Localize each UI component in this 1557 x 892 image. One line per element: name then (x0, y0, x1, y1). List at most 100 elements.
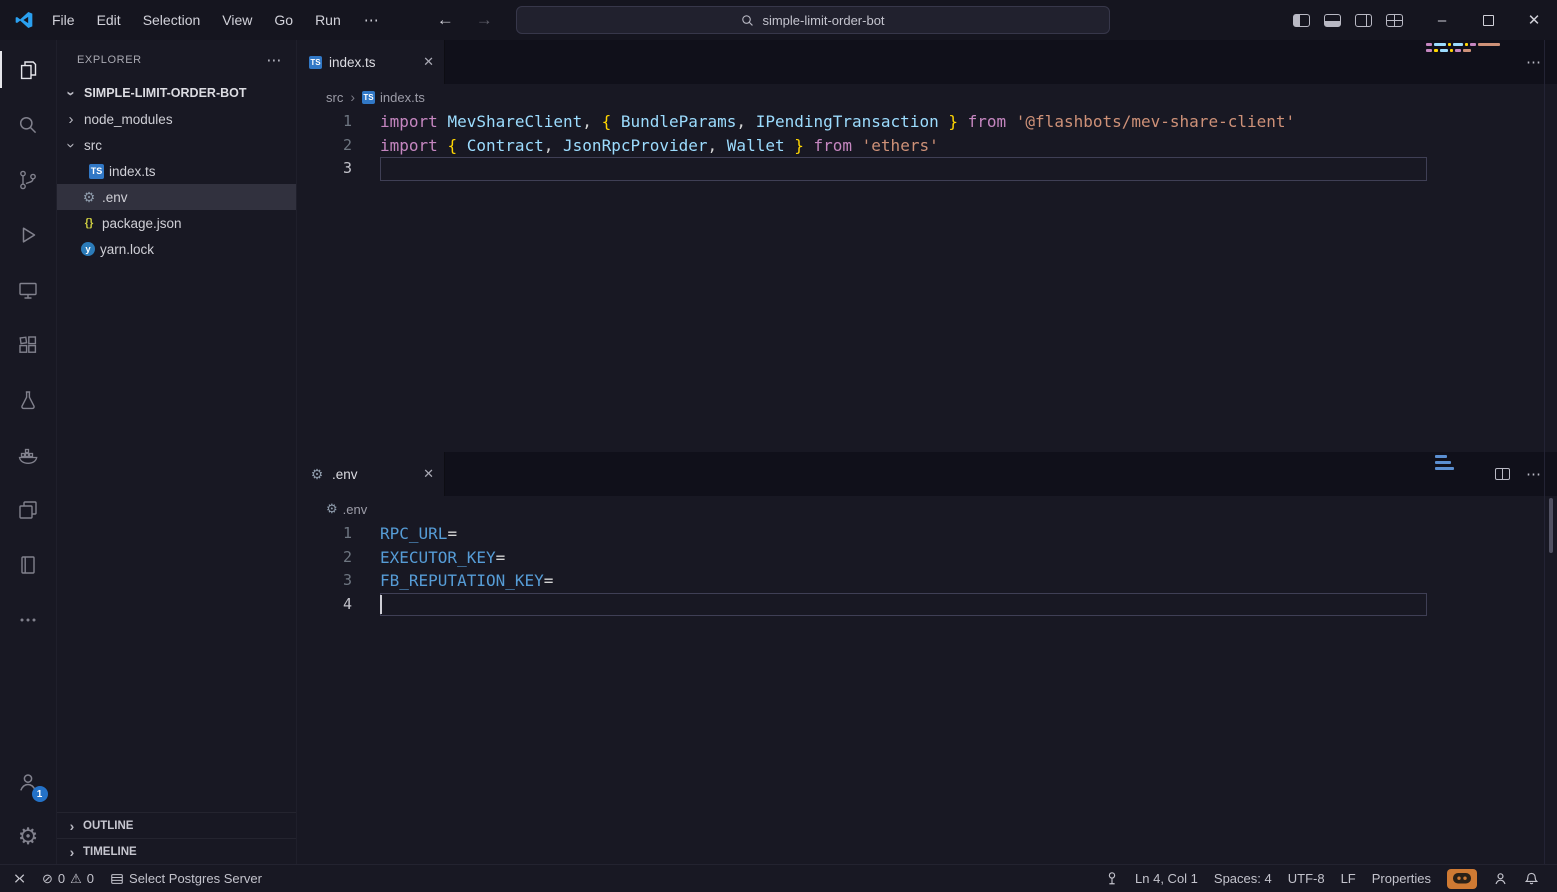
chevron-right-icon: › (65, 818, 79, 834)
code-line[interactable]: 2import { Contract, JsonRpcProvider, Wal… (297, 134, 1557, 158)
tree-item-env[interactable]: ⚙ .env (57, 184, 296, 210)
menu-overflow-icon[interactable]: ⋯ (352, 0, 391, 40)
search-view-icon[interactable] (0, 97, 57, 152)
text-cursor (380, 595, 382, 614)
breadcrumb-file[interactable]: ⚙ .env (326, 501, 367, 517)
containers-icon[interactable] (0, 482, 57, 537)
accounts-icon[interactable]: 1 (0, 754, 57, 809)
breadcrumb-file[interactable]: TS index.ts (362, 90, 425, 105)
tab-index-ts[interactable]: TS index.ts ✕ (297, 40, 445, 84)
menu-view[interactable]: View (211, 0, 263, 40)
extensions-icon[interactable] (0, 317, 57, 372)
line-number: 3 (297, 569, 352, 593)
tree-item-yarn-lock[interactable]: y yarn.lock (57, 236, 296, 262)
scrollbar-thumb[interactable] (1549, 498, 1553, 553)
menu-go[interactable]: Go (263, 0, 304, 40)
tree-item-node-modules[interactable]: › node_modules (57, 106, 296, 132)
explorer-sidebar: EXPLORER ⋯ › SIMPLE-LIMIT-ORDER-BOT › no… (57, 40, 297, 864)
code-line[interactable]: 3 (297, 157, 1557, 181)
tree-item-index-ts[interactable]: TS index.ts (57, 158, 296, 184)
tree-item-label: node_modules (84, 112, 173, 127)
testing-icon[interactable] (0, 372, 57, 427)
encoding-status[interactable]: UTF-8 (1280, 865, 1333, 892)
editor-more-actions-icon[interactable]: ⋯ (1526, 465, 1541, 483)
sidebar-bottom-sections: › OUTLINE › TIMELINE (57, 812, 296, 864)
tab-label: index.ts (329, 55, 376, 70)
line-col-status[interactable]: Ln 4, Col 1 (1127, 865, 1206, 892)
notebook-icon[interactable] (0, 537, 57, 592)
editor-actions-top: ⋯ (1526, 40, 1557, 84)
remote-indicator[interactable] (0, 865, 34, 892)
feedback-status[interactable] (1485, 865, 1516, 892)
split-editor-icon[interactable] (1495, 468, 1510, 480)
postgres-server-status[interactable]: Select Postgres Server (102, 865, 270, 892)
notifications-status[interactable] (1516, 865, 1547, 892)
toggle-sidebar-icon[interactable] (1293, 14, 1310, 27)
run-debug-icon[interactable] (0, 207, 57, 262)
copilot-status[interactable] (1439, 865, 1485, 892)
language-status[interactable]: Properties (1364, 865, 1439, 892)
code-editor-env[interactable]: 1RPC_URL=2EXECUTOR_KEY=3FB_REPUTATION_KE… (297, 522, 1557, 864)
menu-edit[interactable]: Edit (86, 0, 132, 40)
editor-more-actions-icon[interactable]: ⋯ (1526, 53, 1541, 71)
tree-item-label: src (84, 138, 102, 153)
command-center-search[interactable]: simple-limit-order-bot (516, 6, 1110, 34)
code-token: , (736, 112, 755, 131)
code-line-content: import MevShareClient, { BundleParams, I… (380, 110, 1427, 134)
scrollbar-rail[interactable] (1544, 452, 1545, 864)
indent-status[interactable]: Spaces: 4 (1206, 865, 1280, 892)
code-line[interactable]: 3FB_REPUTATION_KEY= (297, 569, 1557, 593)
code-line[interactable]: 2EXECUTOR_KEY= (297, 546, 1557, 570)
warning-icon: ⚠ (70, 871, 82, 887)
additional-views-icon[interactable] (0, 592, 57, 647)
bell-icon (1524, 871, 1539, 886)
maximize-button[interactable] (1465, 0, 1511, 40)
minimap[interactable] (1435, 455, 1457, 473)
problems-status[interactable]: ⊘ 0 ⚠ 0 (34, 865, 102, 892)
server-icon (110, 872, 124, 886)
minimap[interactable] (1426, 43, 1510, 55)
titlebar: File Edit Selection View Go Run ⋯ ← → si… (0, 0, 1557, 40)
breadcrumb-folder[interactable]: src (326, 90, 343, 105)
copilot-icon (1447, 869, 1477, 889)
menu-run[interactable]: Run (304, 0, 352, 40)
minimize-button[interactable]: – (1419, 0, 1465, 40)
eol-status[interactable]: LF (1333, 865, 1364, 892)
tab-env[interactable]: ⚙ .env ✕ (297, 452, 445, 496)
remote-explorer-icon[interactable] (0, 262, 57, 317)
tree-item-root[interactable]: › SIMPLE-LIMIT-ORDER-BOT (57, 80, 296, 106)
back-icon[interactable]: ← (437, 10, 454, 30)
typescript-file-icon: TS (309, 56, 322, 69)
search-value: simple-limit-order-bot (762, 13, 884, 28)
menu-file[interactable]: File (41, 0, 86, 40)
code-line[interactable]: 1RPC_URL= (297, 522, 1557, 546)
error-icon: ⊘ (42, 871, 53, 887)
customize-layout-icon[interactable] (1386, 14, 1403, 27)
line-number: 1 (297, 110, 352, 134)
tree-item-package-json[interactable]: {} package.json (57, 210, 296, 236)
minimap-mark (1426, 43, 1510, 46)
docker-icon[interactable] (0, 427, 57, 482)
typescript-file-icon: TS (89, 164, 104, 179)
tree-item-src[interactable]: › src (57, 132, 296, 158)
scrollbar-rail[interactable] (1544, 40, 1545, 452)
outline-section[interactable]: › OUTLINE (57, 812, 296, 838)
close-button[interactable]: ✕ (1511, 0, 1557, 40)
tab-close-icon[interactable]: ✕ (423, 466, 434, 482)
explorer-icon[interactable] (0, 42, 57, 97)
timeline-section[interactable]: › TIMELINE (57, 838, 296, 864)
code-line[interactable]: 1 import MevShareClient, { BundleParams, … (297, 110, 1557, 134)
toggle-panel-icon[interactable] (1324, 14, 1341, 27)
menu-selection[interactable]: Selection (132, 0, 212, 40)
code-line[interactable]: 4 (297, 593, 1557, 617)
search-icon (741, 14, 754, 27)
code-editor-index-ts[interactable]: 1 import MevShareClient, { BundleParams, … (297, 110, 1557, 452)
source-control-icon[interactable] (0, 152, 57, 207)
settings-gear-icon[interactable]: ⚙ (0, 809, 57, 864)
forward-icon[interactable]: → (476, 10, 493, 30)
toggle-secondary-sidebar-icon[interactable] (1355, 14, 1372, 27)
breadcrumb-file-label: .env (343, 502, 368, 517)
tab-close-icon[interactable]: ✕ (423, 54, 434, 70)
explorer-more-icon[interactable]: ⋯ (266, 51, 282, 69)
ports-status[interactable] (1097, 865, 1127, 892)
